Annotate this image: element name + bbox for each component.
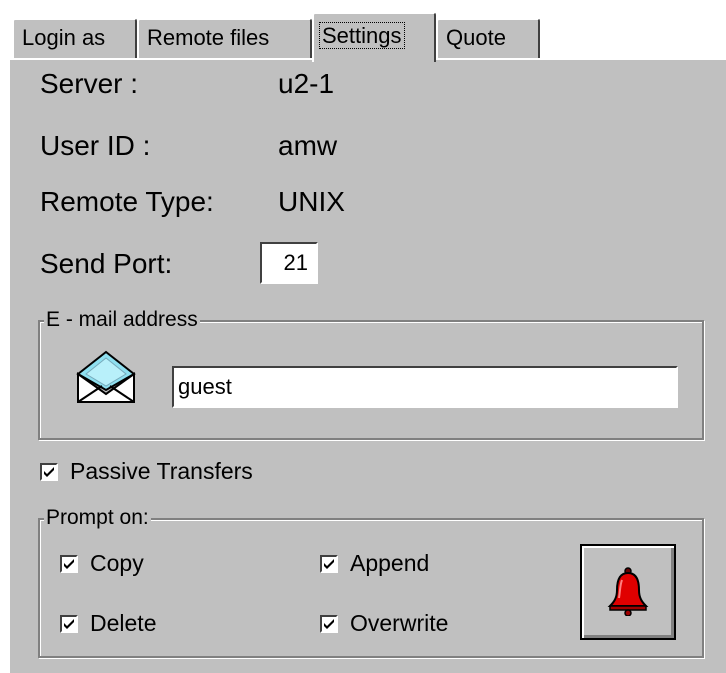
settings-panel: Server : u2-1 User ID : amw Remote Type:… bbox=[8, 58, 726, 673]
passive-transfers-label: Passive Transfers bbox=[70, 458, 253, 484]
server-label: Server : bbox=[40, 68, 139, 99]
checkbox-box bbox=[320, 614, 338, 633]
prompt-delete-label: Delete bbox=[90, 610, 157, 636]
user-id-label: User ID : bbox=[40, 130, 151, 161]
tab-label: Quote bbox=[446, 25, 506, 50]
email-group-title: E - mail address bbox=[44, 308, 200, 332]
remote-type-label: Remote Type: bbox=[40, 186, 214, 217]
envelope-icon bbox=[74, 344, 138, 406]
tab-settings[interactable]: Settings bbox=[312, 12, 436, 62]
checkbox-box bbox=[60, 614, 78, 633]
tab-login-as[interactable]: Login as bbox=[12, 18, 137, 58]
prompt-delete-checkbox[interactable]: Delete bbox=[60, 610, 156, 637]
prompt-overwrite-label: Overwrite bbox=[350, 610, 449, 636]
server-value: u2-1 bbox=[278, 68, 335, 99]
tab-strip: Login as Remote files Settings Quote bbox=[0, 0, 726, 62]
remote-type-value: UNIX bbox=[278, 186, 345, 217]
bell-icon bbox=[607, 566, 649, 619]
checkbox-box bbox=[40, 462, 58, 481]
tab-label: Settings bbox=[319, 22, 405, 49]
alert-sound-button[interactable] bbox=[580, 544, 676, 640]
send-port-input[interactable] bbox=[260, 242, 318, 284]
prompt-copy-checkbox[interactable]: Copy bbox=[60, 550, 144, 577]
prompt-append-label: Append bbox=[350, 550, 430, 576]
prompt-group: Prompt on: Copy Append Delete Overwrite bbox=[38, 506, 704, 658]
checkbox-box bbox=[60, 554, 78, 573]
checkbox-box bbox=[320, 554, 338, 573]
tab-quote[interactable]: Quote bbox=[436, 18, 540, 58]
prompt-copy-label: Copy bbox=[90, 550, 144, 576]
prompt-append-checkbox[interactable]: Append bbox=[320, 550, 429, 577]
prompt-overwrite-checkbox[interactable]: Overwrite bbox=[320, 610, 448, 637]
send-port-label: Send Port: bbox=[40, 248, 173, 279]
email-group: E - mail address bbox=[38, 308, 704, 440]
tab-label: Remote files bbox=[147, 25, 270, 50]
tab-remote-files[interactable]: Remote files bbox=[137, 18, 312, 58]
email-input[interactable] bbox=[172, 366, 678, 408]
passive-transfers-checkbox[interactable]: Passive Transfers bbox=[40, 458, 253, 485]
prompt-group-title: Prompt on: bbox=[44, 506, 151, 530]
tab-label: Login as bbox=[22, 25, 106, 50]
user-id-value: amw bbox=[278, 130, 338, 161]
